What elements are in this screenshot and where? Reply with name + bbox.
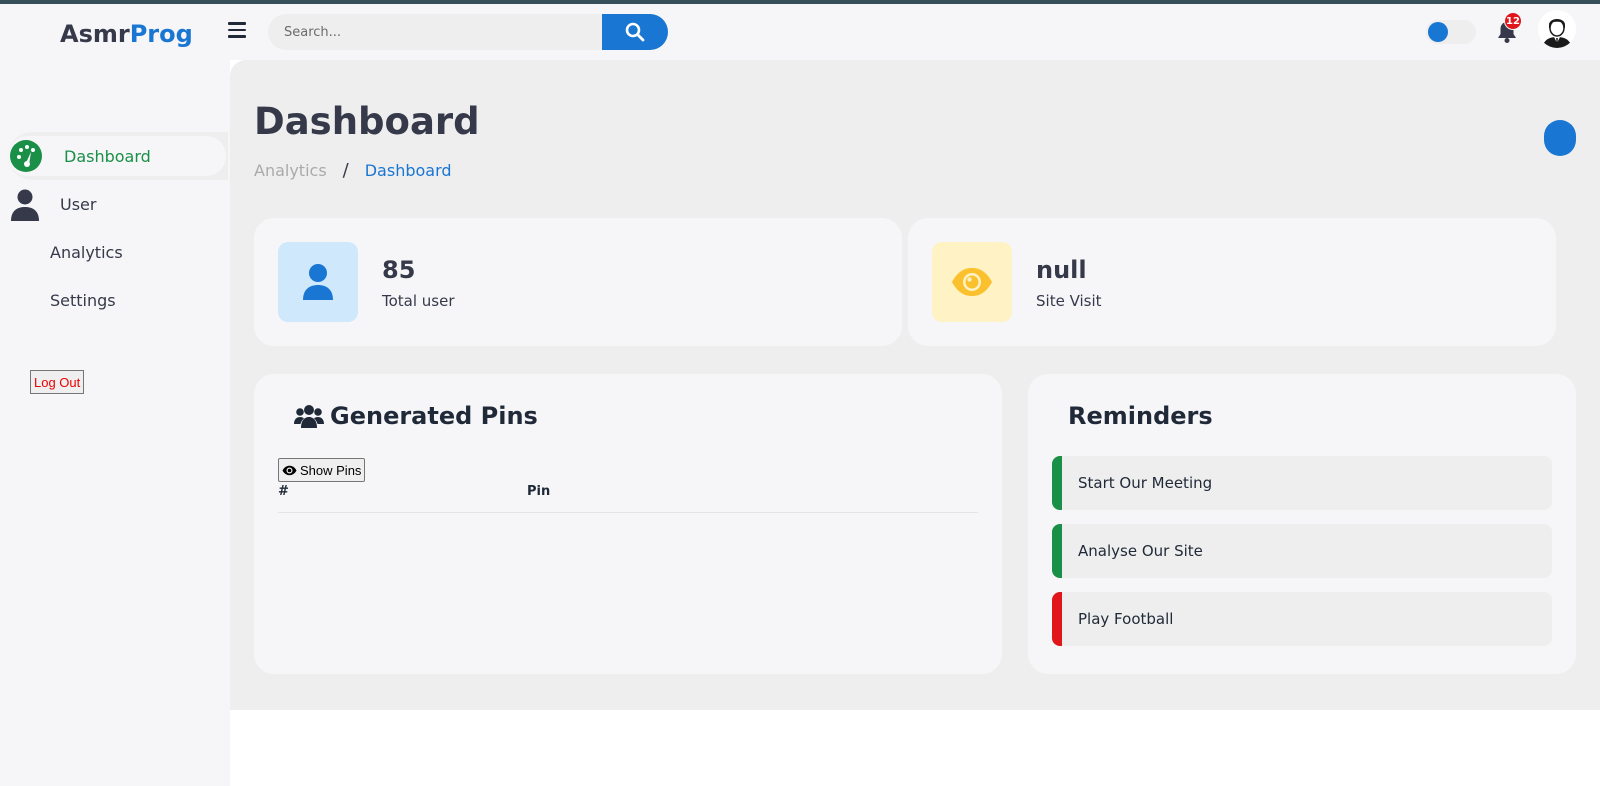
search-form: [268, 14, 668, 50]
brand-name-part2: Prog: [129, 20, 193, 48]
search-button[interactable]: [602, 14, 668, 50]
reminders-title: Reminders: [1068, 402, 1213, 430]
search-icon: [625, 22, 645, 42]
user-icon: [303, 264, 333, 300]
avatar[interactable]: [1538, 10, 1576, 48]
generated-pins-card: Generated Pins Show Pins # Pin: [254, 374, 1002, 674]
sidebar-item-label: Analytics: [50, 242, 123, 262]
breadcrumb: Analytics / Dashboard: [254, 160, 452, 181]
notification-button[interactable]: 12: [1496, 12, 1522, 44]
stat-caption: Total user: [382, 292, 455, 310]
toggle-knob: [1428, 22, 1448, 42]
sidebar-item-analytics[interactable]: Analytics: [0, 228, 228, 276]
users-group-icon: [294, 405, 324, 428]
sidebar: AsmrProg Dashboard User Analytics Settin…: [0, 4, 230, 786]
reminder-status-bar: [1052, 524, 1062, 578]
stat-icon-box: [278, 242, 358, 322]
reminder-item[interactable]: Analyse Our Site: [1052, 524, 1552, 578]
menu-toggle-icon[interactable]: [228, 22, 246, 38]
sidebar-item-label: Settings: [50, 290, 116, 310]
reminder-label: Start Our Meeting: [1078, 474, 1213, 492]
search-input[interactable]: [268, 14, 606, 50]
sidebar-item-label: User: [60, 194, 97, 214]
column-header-number: #: [278, 484, 289, 499]
user-icon: [10, 188, 40, 221]
column-header-pin: Pin: [527, 484, 551, 499]
main-content: Dashboard Analytics / Dashboard 85 Total…: [230, 60, 1600, 710]
profile-avatar-icon: [1538, 10, 1576, 48]
dashboard-icon: [10, 140, 42, 172]
show-pins-label: Show Pins: [300, 462, 362, 478]
stat-card-total-user: 85 Total user: [254, 218, 902, 346]
brand-logo[interactable]: AsmrProg: [60, 20, 193, 48]
eye-icon: [952, 268, 992, 296]
reminders-card: Reminders Start Our Meeting Analyse Our …: [1028, 374, 1576, 674]
breadcrumb-separator: /: [342, 160, 349, 181]
reminder-label: Play Football: [1078, 610, 1174, 628]
table-divider: [278, 512, 978, 513]
stat-icon-box: [932, 242, 1012, 322]
breadcrumb-analytics[interactable]: Analytics: [254, 161, 327, 180]
reminder-status-bar: [1052, 456, 1062, 510]
stat-caption: Site Visit: [1036, 292, 1102, 310]
sidebar-item-dashboard[interactable]: Dashboard: [8, 132, 228, 180]
pins-header: Generated Pins: [294, 402, 538, 430]
side-menu: Dashboard User Analytics Settings: [0, 132, 228, 324]
report-button[interactable]: [1544, 120, 1576, 156]
theme-toggle[interactable]: [1426, 20, 1476, 44]
eye-icon: [282, 465, 297, 475]
stat-card-site-visit: null Site Visit: [908, 218, 1556, 346]
brand-name-part1: Asmr: [60, 20, 130, 48]
pins-title: Generated Pins: [330, 402, 538, 430]
reminder-label: Analyse Our Site: [1078, 542, 1203, 560]
stat-value: null: [1036, 256, 1087, 284]
stat-value: 85: [382, 256, 416, 284]
reminder-item[interactable]: Play Football: [1052, 592, 1552, 646]
notification-count-badge: 12: [1504, 12, 1522, 30]
show-pins-button[interactable]: Show Pins: [278, 458, 366, 482]
breadcrumb-dashboard[interactable]: Dashboard: [365, 161, 452, 180]
logout-button[interactable]: Log Out: [30, 370, 85, 394]
page-title: Dashboard: [254, 100, 480, 143]
sidebar-item-label: Dashboard: [64, 146, 151, 166]
sidebar-item-user[interactable]: User: [0, 180, 228, 228]
sidebar-item-settings[interactable]: Settings: [0, 276, 228, 324]
reminder-status-bar: [1052, 592, 1062, 646]
reminder-item[interactable]: Start Our Meeting: [1052, 456, 1552, 510]
